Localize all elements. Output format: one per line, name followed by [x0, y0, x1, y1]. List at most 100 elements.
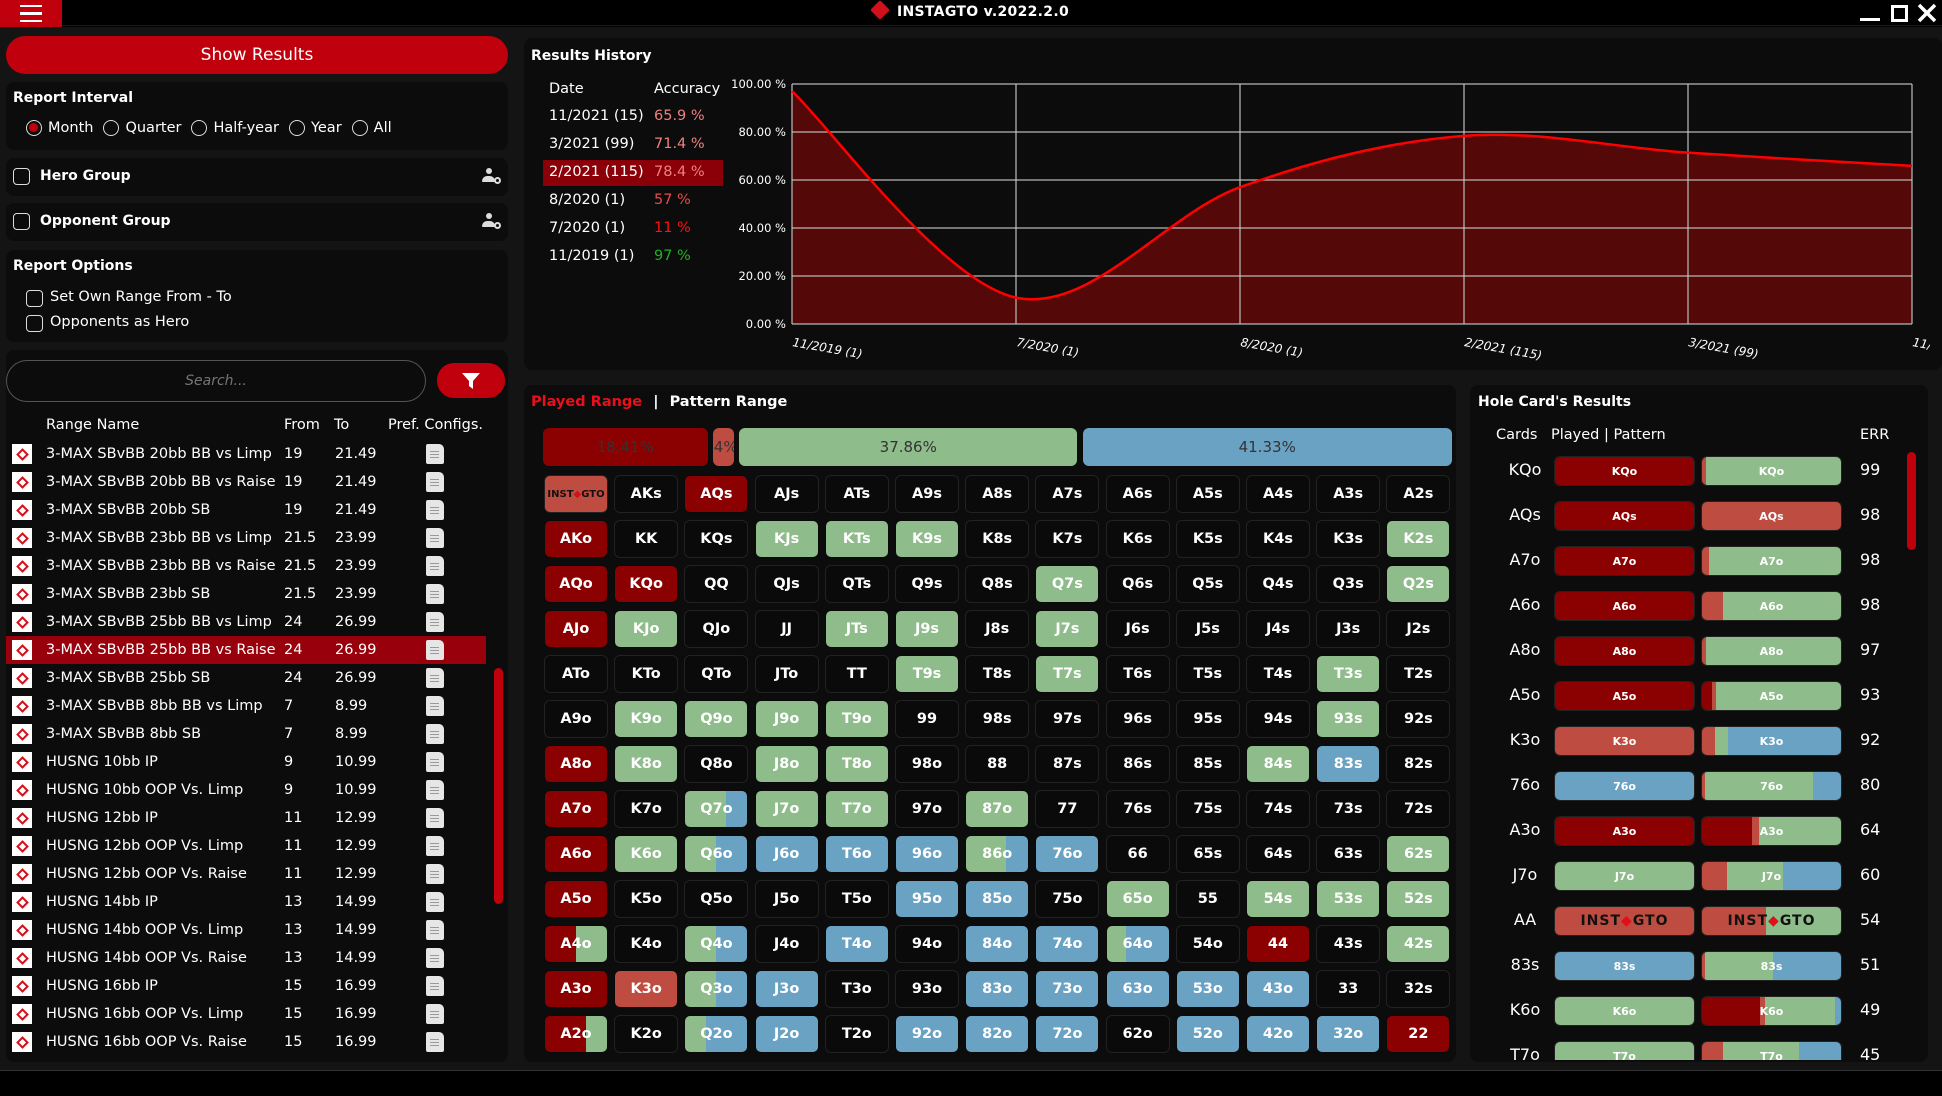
hole-cards-scrollbar[interactable] [1907, 452, 1916, 550]
played-bar-label: J7o [1614, 869, 1635, 883]
hand-label: 75s [1193, 801, 1223, 817]
history-row[interactable]: 8/2020 (1) 57 % [543, 188, 723, 214]
interval-radio-quarter[interactable]: Quarter [103, 120, 181, 136]
opponent-group-checkbox[interactable] [13, 213, 30, 230]
pattern-bar[interactable]: A7o [1701, 546, 1842, 576]
played-bar[interactable]: AQs [1554, 501, 1695, 531]
err-value: 98 [1860, 505, 1881, 524]
played-bar[interactable]: A8o [1554, 636, 1695, 666]
err-value: 92 [1860, 730, 1881, 749]
played-bar[interactable]: INST◆GTO [1554, 906, 1695, 936]
hand-label: 64o [1122, 936, 1153, 952]
hand-label: KJo [632, 621, 660, 637]
range-name-header[interactable]: Range Name [46, 417, 139, 433]
close-button[interactable] [1912, 0, 1942, 26]
played-bar[interactable]: 76o [1554, 771, 1695, 801]
err-value: 60 [1860, 865, 1881, 884]
pref-configs-header[interactable]: Pref. Configs. [388, 417, 483, 433]
played-bar[interactable]: 83s [1554, 951, 1695, 981]
hand-label: Q7o [700, 801, 733, 817]
hole-card-name: A5o [1509, 685, 1541, 704]
played-bar[interactable]: K6o [1554, 996, 1695, 1026]
pattern-bar[interactable]: T7o [1701, 1041, 1842, 1060]
hand-label: 82s [1403, 756, 1433, 772]
played-bar[interactable]: A3o [1554, 816, 1695, 846]
pattern-bar[interactable]: A5o [1701, 681, 1842, 711]
hand-label: AQo [559, 576, 593, 592]
set-own-range-checkbox[interactable] [26, 290, 43, 307]
hand-label: KJs [773, 531, 800, 547]
played-bar[interactable]: A5o [1554, 681, 1695, 711]
x-tick-label: 7/2020 (1) [1015, 335, 1080, 360]
hand-label: T5o [841, 891, 872, 907]
pattern-bar[interactable]: A3o [1701, 816, 1842, 846]
hand-label: 52s [1403, 891, 1433, 907]
played-bar[interactable]: KQo [1554, 456, 1695, 486]
hand-label: A5s [1192, 486, 1223, 502]
hole-card-name: J7o [1512, 865, 1538, 884]
pattern-bar-label: A8o [1759, 644, 1784, 658]
pattern-bar[interactable]: A8o [1701, 636, 1842, 666]
search-input[interactable] [6, 360, 426, 402]
played-bar[interactable]: K3o [1554, 726, 1695, 756]
pattern-bar[interactable]: INST◆GTO [1701, 906, 1842, 936]
x-tick-label: 11/2019 (1) [791, 335, 863, 361]
err-value: 80 [1860, 775, 1881, 794]
pattern-bar[interactable]: J7o [1701, 861, 1842, 891]
maximize-button[interactable] [1884, 0, 1914, 26]
hand-label: A5o [560, 891, 592, 907]
pattern-bar[interactable]: 83s [1701, 951, 1842, 981]
radio-label: Quarter [125, 120, 182, 136]
history-row[interactable]: 11/2019 (1) 97 % [543, 244, 723, 270]
err-value: 99 [1860, 460, 1881, 479]
hero-group-checkbox[interactable] [13, 168, 30, 185]
hole-card-row: K3o K3o K3o 92 [1470, 722, 1910, 760]
pattern-bar[interactable]: KQo [1701, 456, 1842, 486]
interval-radio-half-year[interactable]: Half-year [191, 120, 279, 136]
played-bar[interactable]: T7o [1554, 1041, 1695, 1060]
pattern-bar[interactable]: K3o [1701, 726, 1842, 756]
history-row[interactable]: 3/2021 (99) 71.4 % [543, 132, 723, 158]
hand-label: QJs [773, 576, 800, 592]
played-bar[interactable]: A7o [1554, 546, 1695, 576]
history-accuracy: 65.9 % [654, 108, 705, 124]
interval-radio-all[interactable]: All [351, 120, 392, 136]
hole-card-name: A8o [1509, 640, 1541, 659]
played-bar[interactable]: J7o [1554, 861, 1695, 891]
accuracy-chart: 0.00 % 20.00 % 40.00 % 60.00 % 80.00 % 100.00… [731, 77, 1930, 363]
interval-radio-year[interactable]: Year [288, 120, 342, 136]
user-settings-icon[interactable] [481, 211, 503, 233]
report-interval-radios: Month Quarter Half-year Year All [26, 120, 402, 136]
pattern-bar[interactable]: AQs [1701, 501, 1842, 531]
hand-label: 63o [1122, 981, 1153, 997]
radio-label: Half-year [213, 120, 279, 136]
pattern-bar[interactable]: A6o [1701, 591, 1842, 621]
minimize-button[interactable] [1855, 0, 1885, 26]
pattern-bar[interactable]: K6o [1701, 996, 1842, 1026]
opponents-as-hero-checkbox[interactable] [26, 315, 43, 332]
filter-button[interactable] [437, 363, 505, 398]
set-own-range-label: Set Own Range From - To [50, 289, 232, 305]
pattern-bar[interactable]: 76o [1701, 771, 1842, 801]
from-header[interactable]: From [284, 417, 320, 433]
history-row[interactable]: 2/2021 (115) 78.4 % [543, 160, 723, 186]
radio-label: Month [48, 120, 94, 136]
y-tick-label: 60.00 % [738, 173, 786, 187]
logo-diamond-icon: ◆ [1621, 913, 1633, 929]
user-settings-icon[interactable] [481, 166, 503, 188]
maximize-icon [1890, 4, 1908, 22]
show-results-button[interactable]: Show Results [6, 36, 508, 74]
tab-pattern-range[interactable]: Pattern Range [670, 394, 788, 410]
history-row[interactable]: 7/2020 (1) 11 % [543, 216, 723, 242]
played-bar[interactable]: A6o [1554, 591, 1695, 621]
hand-label: T6s [1123, 666, 1152, 682]
hand-label: A8s [982, 486, 1013, 502]
hand-label: K2o [630, 1026, 662, 1042]
to-header[interactable]: To [334, 417, 349, 433]
pattern-bar-label: KQo [1758, 464, 1785, 478]
tab-played-range[interactable]: Played Range [531, 394, 642, 410]
hand-label: K3s [1333, 531, 1364, 547]
history-row[interactable]: 11/2021 (15) 65.9 % [543, 104, 723, 130]
interval-radio-month[interactable]: Month [26, 120, 93, 136]
hand-label: K8s [982, 531, 1013, 547]
